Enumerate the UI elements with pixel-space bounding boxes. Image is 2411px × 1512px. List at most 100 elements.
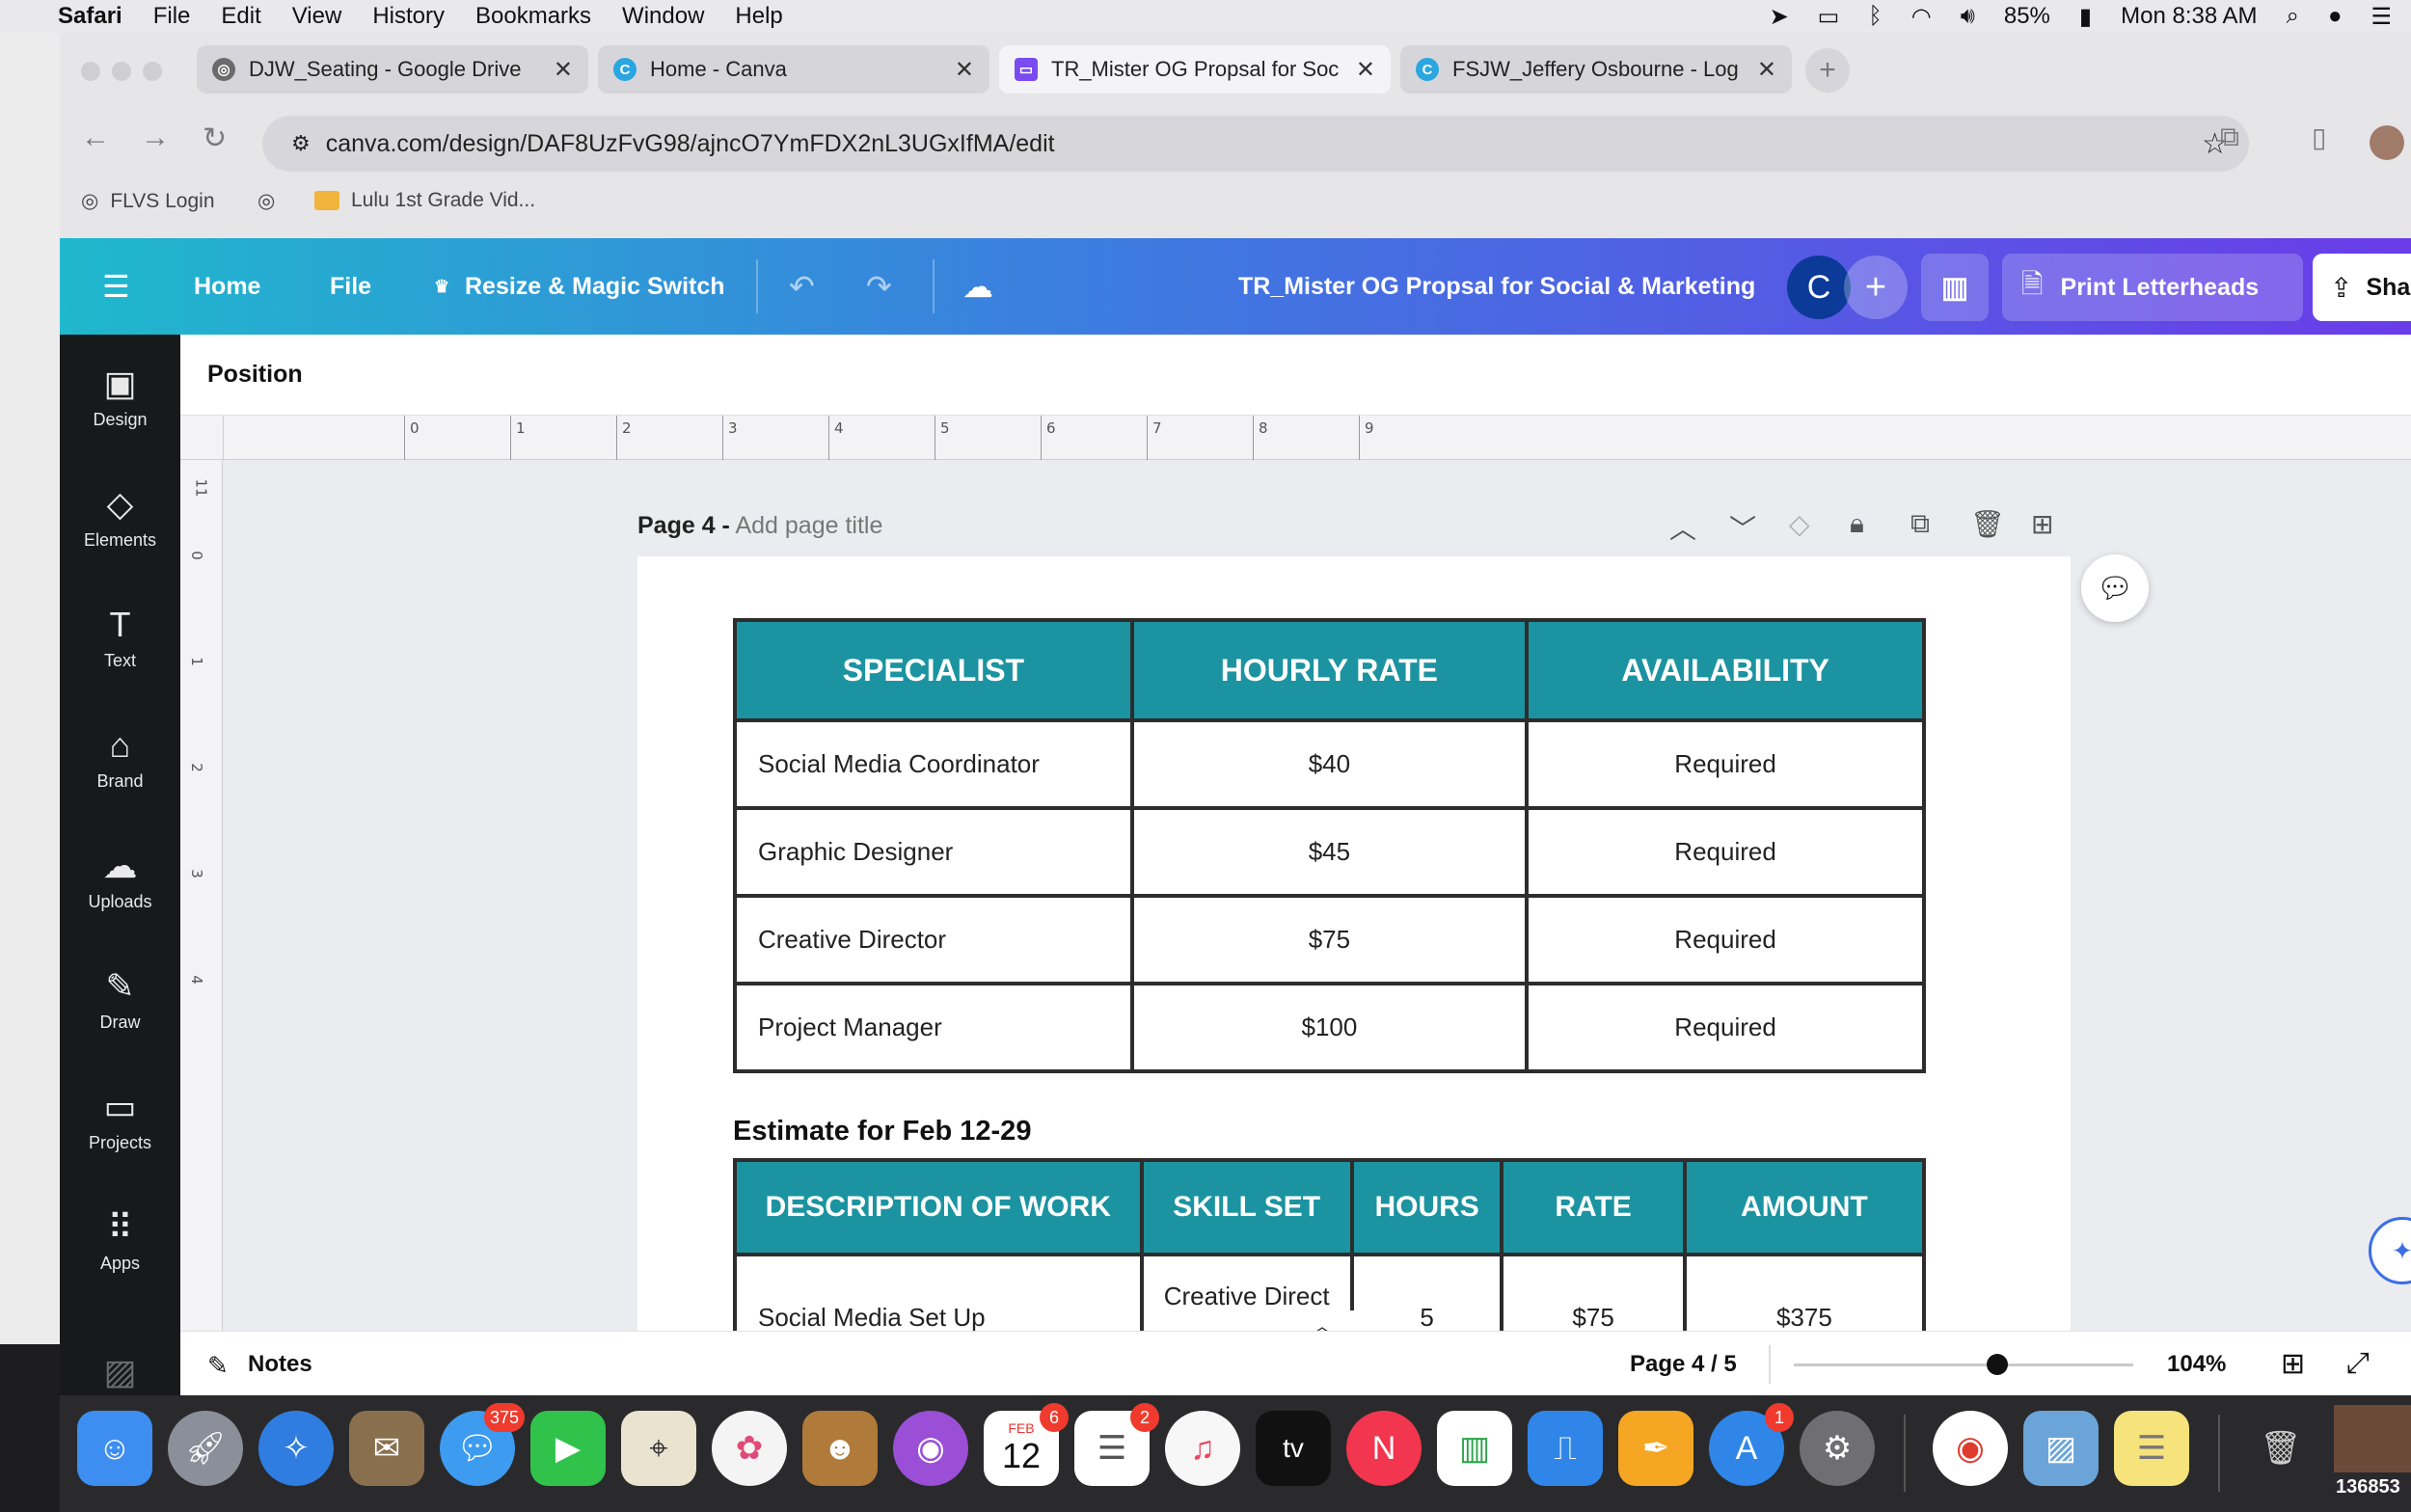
notes-button[interactable]: Notes [248, 1351, 312, 1378]
extensions-icon[interactable]: ⧉ [2220, 122, 2239, 153]
file-menu-button[interactable]: File [330, 273, 371, 301]
photos-icon[interactable]: ✿ [712, 1411, 787, 1486]
sidebar-toggle-icon[interactable]: ▯ [2312, 122, 2326, 153]
duplicate-page-icon[interactable]: ⧉ [1910, 508, 1930, 540]
bluetooth-icon[interactable]: ᛒ [1868, 3, 1882, 30]
chevron-down-icon[interactable]: ﹀ [1729, 508, 1756, 547]
table-cell[interactable]: $375 [1682, 1253, 1927, 1331]
facetime-icon[interactable]: ▶ [530, 1411, 606, 1486]
notes-icon[interactable]: ✎ [207, 1351, 229, 1381]
home-button[interactable]: Home [194, 273, 260, 301]
notes-app-icon[interactable]: ☰ [2114, 1411, 2189, 1486]
table-cell[interactable]: Social Media Set Up [733, 1253, 1144, 1331]
sidebar-item-draw[interactable]: ✎ Draw [60, 966, 180, 1033]
table-cell[interactable]: Project Manager [733, 982, 1134, 1073]
browser-tab-active[interactable]: ▭ TR_Mister OG Propsal for Soc ✕ [999, 45, 1391, 94]
url-text[interactable]: canva.com/design/DAF8UzFvG98/ajncO7YmFDX… [326, 130, 1055, 158]
forward-arrow-icon[interactable]: → [141, 122, 170, 154]
menu-item-file[interactable]: File [153, 3, 191, 30]
document-title[interactable]: TR_Mister OG Propsal for Social & Market… [1238, 273, 1755, 301]
table-cell[interactable]: Social Media Coordinator [733, 718, 1134, 810]
sidebar-item-apps[interactable]: ⠿ Apps [60, 1207, 180, 1274]
spotlight-icon[interactable]: ⌕ [2287, 3, 2299, 30]
table-cell[interactable]: $100 [1129, 982, 1530, 1073]
lock-icon[interactable]: 🔒︎ [1850, 508, 1864, 540]
bookmark-item[interactable]: ◎ [257, 189, 275, 213]
user-avatar[interactable]: C [1787, 256, 1851, 319]
add-collaborator-button[interactable]: + [1844, 256, 1908, 319]
table-cell[interactable]: Required [1525, 718, 1926, 810]
add-comment-button[interactable]: 💬︎ [2081, 554, 2149, 622]
close-icon[interactable]: ✕ [1757, 56, 1776, 84]
airplay-icon[interactable]: ▭ [1818, 3, 1840, 31]
back-arrow-icon[interactable]: ← [81, 122, 110, 154]
page-indicator[interactable]: Page 4 / 5 [1630, 1351, 1737, 1378]
table-cell[interactable]: $40 [1129, 718, 1530, 810]
numbers-icon[interactable]: ▥ [1437, 1411, 1512, 1486]
bookmark-item[interactable]: ◎ FLVS Login [81, 189, 215, 213]
browser-tab[interactable]: ◎ DJW_Seating - Google Drive ✕ [197, 45, 588, 94]
menu-item-view[interactable]: View [292, 3, 342, 30]
screenshot-thumbnail[interactable] [2334, 1405, 2411, 1472]
reminders-icon[interactable]: ☰ 2 [1074, 1403, 1159, 1486]
bookmark-item[interactable]: Lulu 1st Grade Vid... [314, 189, 535, 212]
battery-percent[interactable]: 85% [2004, 3, 2050, 30]
zoom-slider[interactable] [1794, 1354, 2133, 1375]
zoom-window-button[interactable] [143, 62, 162, 81]
close-icon[interactable]: ✕ [554, 56, 573, 84]
keynote-icon[interactable]: ⎍ [1528, 1411, 1603, 1486]
hide-page-icon[interactable]: ◇ [1789, 508, 1810, 540]
apple-tv-icon[interactable]: tv [1256, 1411, 1331, 1486]
minimize-window-button[interactable] [112, 62, 131, 81]
table-cell[interactable]: Required [1525, 806, 1926, 898]
menu-app-name[interactable]: Safari [58, 3, 122, 30]
menu-item-edit[interactable]: Edit [221, 3, 260, 30]
clock[interactable]: Mon 8:38 AM [2121, 3, 2257, 30]
contacts-icon[interactable]: ☻ [802, 1411, 878, 1486]
chevron-up-icon[interactable]: ︿ [1669, 508, 1696, 547]
music-icon[interactable]: ♫ [1165, 1411, 1240, 1486]
cloud-saved-icon[interactable]: ☁ [962, 268, 993, 305]
resize-magic-switch-button[interactable]: Resize & Magic Switch [465, 273, 725, 301]
maps-icon[interactable]: ⌖ [621, 1411, 696, 1486]
table-cell[interactable]: $45 [1129, 806, 1530, 898]
undo-icon[interactable]: ↶ [789, 268, 815, 305]
print-letterheads-button[interactable]: 🗎︎ Print Letterheads [2002, 254, 2303, 321]
grid-view-icon[interactable]: ⊞ [2281, 1347, 2305, 1381]
browser-tab[interactable]: C FSJW_Jeffery Osbourne - Log ✕ [1400, 45, 1792, 94]
messages-icon[interactable]: 💬︎ 375 [440, 1403, 525, 1486]
chrome-icon[interactable]: ◉ [1933, 1411, 2008, 1486]
add-page-icon[interactable]: ⊞ [2031, 508, 2053, 540]
site-settings-icon[interactable]: ⚙ [291, 131, 311, 156]
estimate-table[interactable]: DESCRIPTION OF WORK SKILL SET HOURS RATE… [733, 1158, 1927, 1331]
sidebar-item-photos[interactable]: ▨ [60, 1352, 180, 1398]
menu-item-window[interactable]: Window [622, 3, 704, 30]
reload-icon[interactable]: ↻ [203, 122, 227, 155]
location-icon[interactable]: ➤ [1770, 3, 1789, 31]
close-icon[interactable]: ✕ [1356, 56, 1375, 84]
menu-item-help[interactable]: Help [735, 3, 782, 30]
sidebar-item-projects[interactable]: ▭ Projects [60, 1087, 180, 1153]
preview-icon[interactable]: ▨ [2023, 1411, 2099, 1486]
design-page[interactable]: SPECIALIST HOURLY RATE AVAILABILITY Soci… [637, 556, 2071, 1331]
sidebar-item-elements[interactable]: ◇ Elements [60, 484, 180, 551]
browser-tab[interactable]: C Home - Canva ✕ [598, 45, 989, 94]
hamburger-menu-icon[interactable]: ☰ [102, 268, 130, 305]
app-store-icon[interactable]: A1 [1709, 1403, 1794, 1486]
control-center-icon[interactable]: ☰ [2370, 3, 2392, 31]
profile-avatar[interactable] [2370, 125, 2404, 160]
mail-stamp-icon[interactable]: ✉ [349, 1411, 424, 1486]
volume-icon[interactable]: 🔊︎ [1961, 3, 1975, 30]
pages-icon[interactable]: ✒ [1618, 1411, 1693, 1486]
table-cell[interactable]: Graphic Designer [733, 806, 1134, 898]
magic-assistant-button[interactable]: ✦ [2369, 1217, 2411, 1284]
menu-item-history[interactable]: History [372, 3, 445, 30]
new-tab-button[interactable]: + [1805, 48, 1850, 93]
table-cell[interactable]: $75 [1129, 894, 1530, 986]
sidebar-item-brand[interactable]: ⌂ Brand [60, 725, 180, 792]
table-cell[interactable]: $75 [1500, 1253, 1687, 1331]
close-icon[interactable]: ✕ [955, 56, 974, 84]
system-settings-icon[interactable]: ⚙ [1800, 1411, 1875, 1486]
sidebar-item-text[interactable]: T Text [60, 605, 180, 671]
trash-icon[interactable]: 🗑︎ [1970, 508, 2005, 540]
